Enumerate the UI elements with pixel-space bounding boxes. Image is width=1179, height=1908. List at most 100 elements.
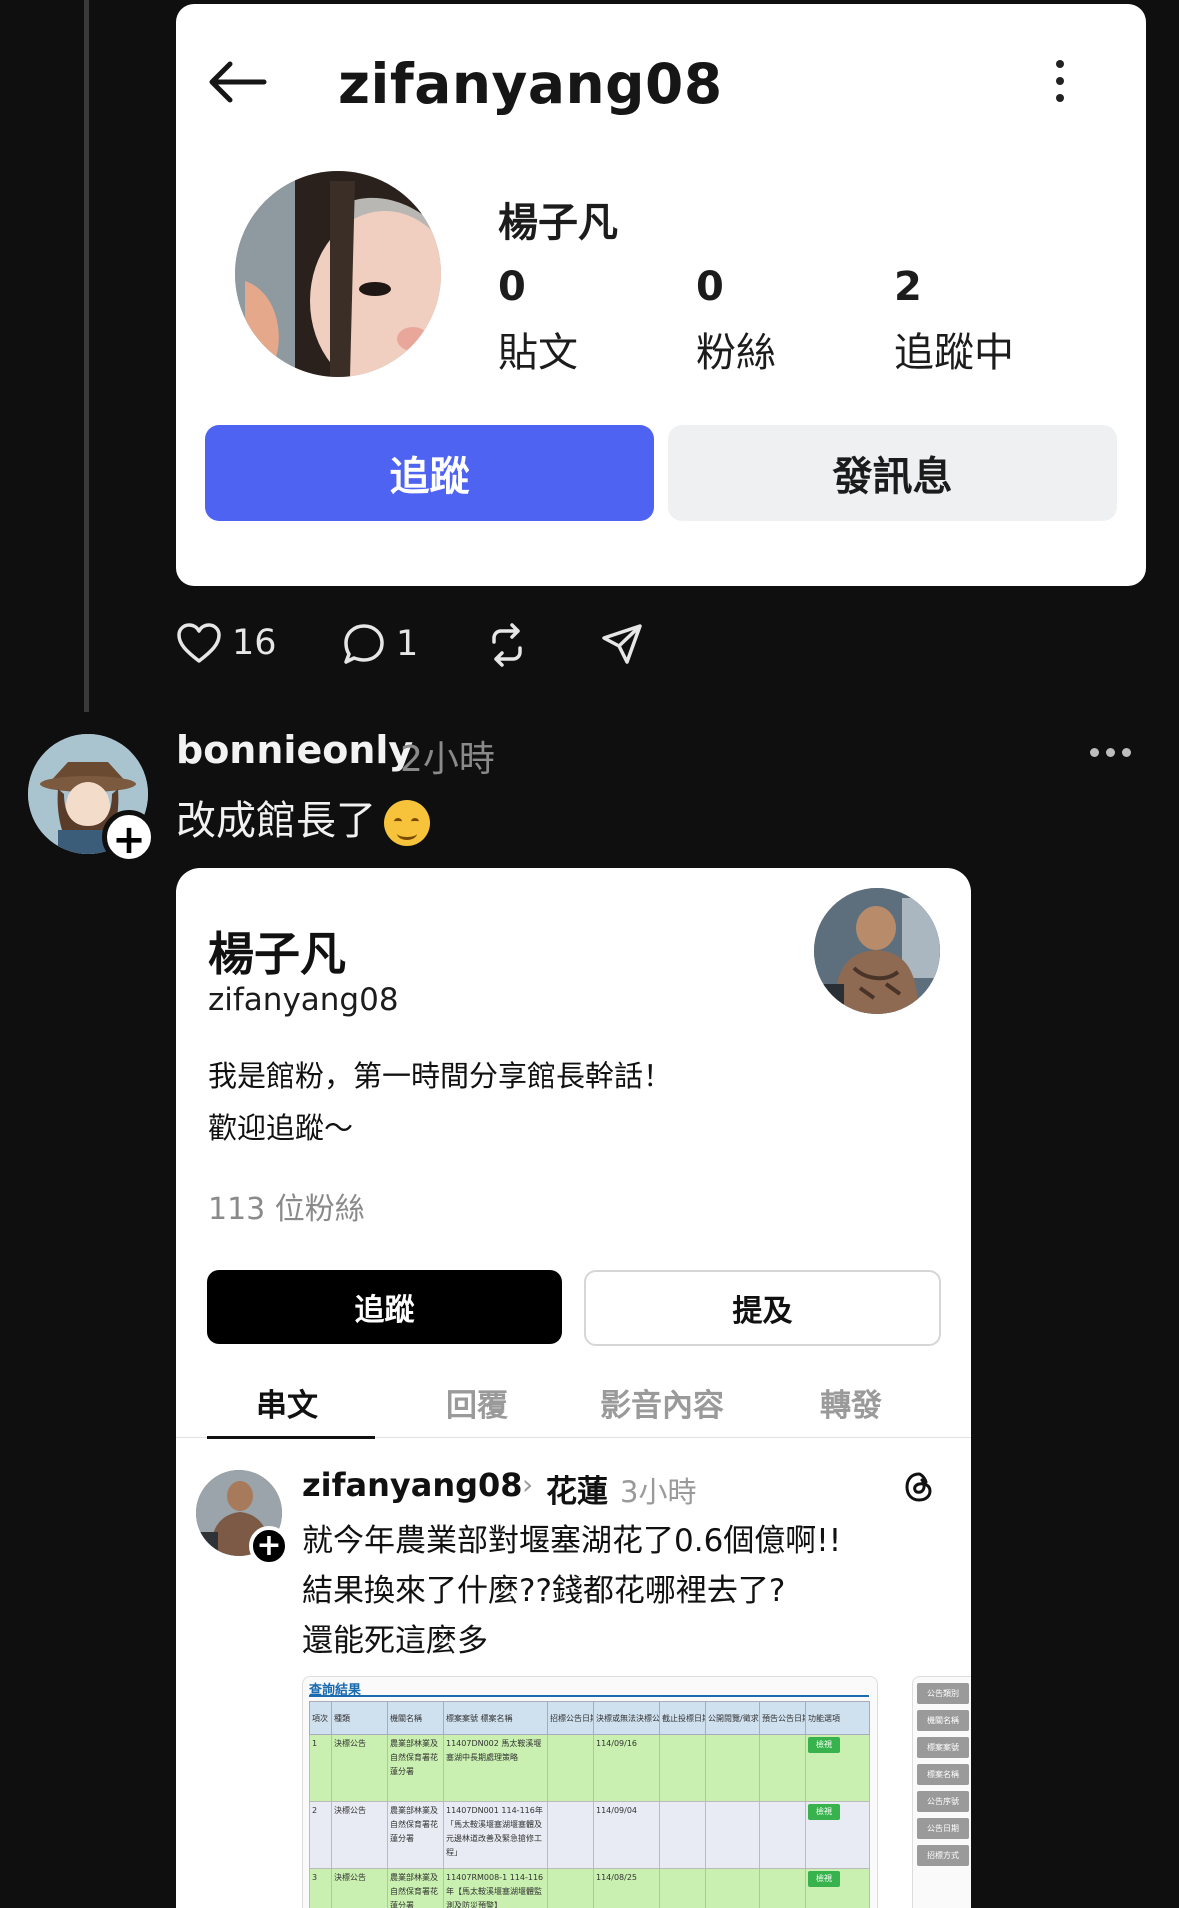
table-row: 2 決標公告 農業部林業及自然保育署花蓮分署 11407DN001 114-11… (310, 1802, 870, 1869)
table-cell: 檢視 (806, 1869, 870, 1908)
table-header: 功能選項 (806, 1702, 870, 1735)
follow-plus-icon[interactable]: + (249, 1526, 289, 1566)
comment-text-content: 改成館長了 (176, 798, 376, 844)
table-row: 3 決標公告 農業部林業及自然保育署花蓮分署 11407RM008-1 114-… (310, 1869, 870, 1908)
table-cell (660, 1802, 706, 1869)
table-cell (706, 1869, 760, 1908)
profile-username: zifanyang08 (208, 982, 399, 1018)
table-header: 項次 (310, 1702, 332, 1735)
smiling-emoji-icon (384, 800, 430, 846)
table-cell: 決標公告 (332, 1869, 388, 1908)
table-header: 公開閱覽/徵求日期 (706, 1702, 760, 1735)
reply-count: 1 (396, 624, 418, 664)
post-text: 就今年農業部對堰塞湖花了0.6個億啊!! 結果換來了什麼??錢都花哪裡去了? 還… (302, 1516, 841, 1666)
view-button[interactable]: 檢視 (808, 1871, 840, 1887)
table-cell: 檢視 (806, 1735, 870, 1802)
profile-preview-card: zifanyang08 楊子凡 0 貼文 0 粉絲 2 追蹤中 追蹤 發訊息 (176, 4, 1146, 586)
threads-logo-icon (902, 1470, 936, 1504)
chevron-right-icon: › (522, 1468, 533, 1501)
like-button[interactable]: 16 (176, 622, 277, 664)
follow-button[interactable]: 追蹤 (205, 425, 654, 521)
side-item: 標案案號 (917, 1737, 969, 1758)
table-cell: 114/09/16 (594, 1735, 660, 1802)
repost-icon (484, 622, 530, 668)
shot-divider (309, 1695, 869, 1697)
table-cell (548, 1802, 594, 1869)
tab-threads[interactable]: 串文 (256, 1380, 318, 1425)
table-header: 招標公告日期 (548, 1702, 594, 1735)
tab-reposts[interactable]: 轉發 (820, 1380, 882, 1425)
table-header-row: 項次 種類 機關名稱 標案案號 標案名稱 招標公告日期 決標或無法決標公告 截止… (310, 1702, 870, 1735)
table-cell: 農業部林業及自然保育署花蓮分署 (388, 1735, 444, 1802)
table-cell: 11407RM008-1 114-116年【馬太鞍溪堰塞湖堰體監測及防災預警】 (444, 1869, 548, 1908)
thread-connector-line (84, 0, 89, 712)
follow-button[interactable]: 追蹤 (207, 1270, 562, 1344)
table-cell: 檢視 (806, 1802, 870, 1869)
comment-text: 改成館長了 (176, 788, 430, 846)
table-cell (760, 1869, 806, 1908)
stat-posts-label: 貼文 (498, 320, 578, 378)
stat-followers-count: 0 (696, 264, 776, 310)
profile-username: zifanyang08 (338, 52, 723, 116)
post-image-screenshot[interactable]: 查詢結果 項次 種類 機關名稱 標案案號 標案名稱 招標公告日期 決標或無法決標… (302, 1676, 878, 1908)
share-button[interactable] (600, 622, 654, 666)
profile-avatar (814, 888, 940, 1014)
side-item: 機關名稱 (917, 1710, 969, 1731)
bio-line: 我是館粉，第一時間分享館長幹話！ (208, 1050, 672, 1102)
table-cell (548, 1735, 594, 1802)
stat-following-label: 追蹤中 (894, 320, 1014, 378)
message-button[interactable]: 發訊息 (668, 425, 1117, 521)
table-cell: 2 (310, 1802, 332, 1869)
heart-icon (176, 622, 222, 664)
profile-display-name: 楊子凡 (208, 918, 346, 984)
tab-media[interactable]: 影音內容 (600, 1380, 724, 1425)
table-cell: 114/08/25 (594, 1869, 660, 1908)
table-row: 1 決標公告 農業部林業及自然保育署花蓮分署 11407DN002 馬太鞍溪堰塞… (310, 1735, 870, 1802)
table-cell: 決標公告 (332, 1802, 388, 1869)
side-item: 公告類別 (917, 1683, 969, 1704)
post-text-line: 就今年農業部對堰塞湖花了0.6個億啊!! (302, 1516, 841, 1566)
table-header: 種類 (332, 1702, 388, 1735)
back-arrow-icon[interactable] (206, 60, 268, 104)
bio-line: 歡迎追蹤～ (208, 1102, 672, 1154)
view-button[interactable]: 檢視 (808, 1737, 840, 1753)
reply-button[interactable]: 1 (342, 622, 418, 666)
table-cell: 114/09/04 (594, 1802, 660, 1869)
post-text-line: 還能死這麼多 (302, 1616, 841, 1666)
table-cell: 農業部林業及自然保育署花蓮分署 (388, 1869, 444, 1908)
follow-plus-icon[interactable]: + (102, 810, 156, 864)
repost-button[interactable] (484, 622, 540, 668)
stat-followers[interactable]: 0 粉絲 (696, 264, 776, 378)
mention-button[interactable]: 提及 (584, 1270, 941, 1346)
side-item: 標案名稱 (917, 1764, 969, 1785)
send-icon (600, 622, 644, 666)
more-options-icon[interactable] (1050, 60, 1070, 110)
table-header: 截止投標日期 (660, 1702, 706, 1735)
post-author-username[interactable]: zifanyang08 (302, 1466, 523, 1504)
tab-replies[interactable]: 回覆 (446, 1380, 508, 1425)
post-text-line: 結果換來了什麼??錢都花哪裡去了? (302, 1566, 841, 1616)
comment-bubble-icon (342, 622, 386, 666)
table-header: 機關名稱 (388, 1702, 444, 1735)
post-image-secondary[interactable]: 公告類別 機關名稱 標案案號 標案名稱 公告序號 公告日期 招標方式 (912, 1676, 971, 1908)
post-topic-tag[interactable]: 花蓮 (546, 1466, 608, 1511)
side-item: 公告日期 (917, 1818, 969, 1839)
table-cell: 11407DN002 馬太鞍溪堰塞湖中長期處理策略 (444, 1735, 548, 1802)
side-item: 公告序號 (917, 1791, 969, 1812)
stat-posts-count: 0 (498, 264, 578, 310)
follower-count[interactable]: 113 位粉絲 (208, 1184, 365, 1228)
table-cell (548, 1869, 594, 1908)
stat-posts[interactable]: 0 貼文 (498, 264, 578, 378)
comment-timestamp: 2小時 (400, 730, 495, 782)
profile-screenshot-card: 楊子凡 zifanyang08 我是館粉，第一時間分享館長幹話！ 歡迎追蹤～ 1… (176, 868, 971, 1908)
table-cell: 11407DN001 114-116年「馬太鞍溪堰塞湖堰塞體及元邊林道改善及緊急… (444, 1802, 548, 1869)
view-button[interactable]: 檢視 (808, 1804, 840, 1820)
table-cell (760, 1802, 806, 1869)
comment-more-icon[interactable] (1090, 748, 1131, 757)
commenter-username[interactable]: bonnieonly (176, 728, 413, 772)
tender-results-table: 項次 種類 機關名稱 標案案號 標案名稱 招標公告日期 決標或無法決標公告 截止… (309, 1701, 870, 1908)
stat-following[interactable]: 2 追蹤中 (894, 264, 1014, 378)
profile-display-name: 楊子凡 (498, 190, 618, 248)
table-cell (660, 1735, 706, 1802)
stat-following-count: 2 (894, 264, 1014, 310)
